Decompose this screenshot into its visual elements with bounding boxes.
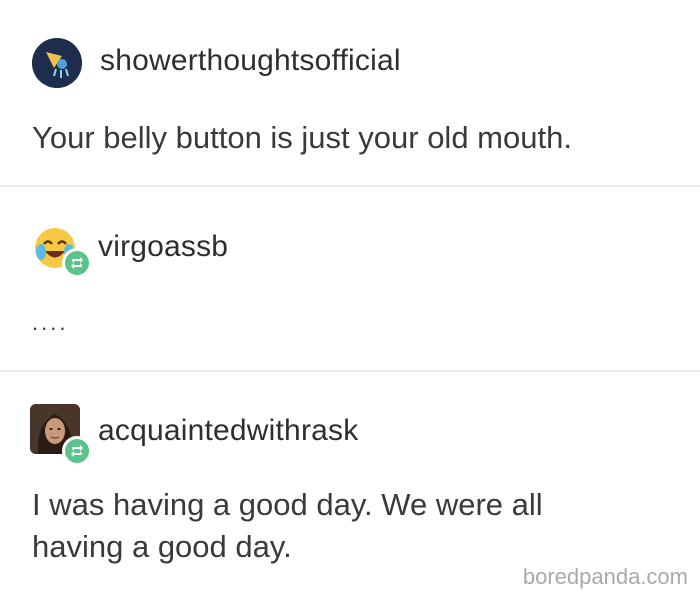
avatar[interactable] <box>32 38 82 88</box>
reblog-badge <box>62 436 92 466</box>
watermark: boredpanda.com <box>522 564 688 589</box>
post-text: .... <box>32 310 69 335</box>
post-showerthoughts: showerthoughtsofficial Your belly button… <box>0 0 700 186</box>
post-text: Your belly button is just your old mouth… <box>32 120 572 155</box>
reblog-badge <box>62 248 92 278</box>
shower-head-icon <box>32 38 82 88</box>
post-username[interactable]: virgoassb <box>98 230 228 264</box>
post-reblog-1: virgoassb .... <box>0 186 700 372</box>
post-text: I was having a good day. We were all hav… <box>32 487 543 564</box>
censor-blur <box>252 228 314 268</box>
post-username[interactable]: showerthoughtsofficial <box>100 44 401 78</box>
post-username[interactable]: acquaintedwithrask <box>98 414 358 448</box>
